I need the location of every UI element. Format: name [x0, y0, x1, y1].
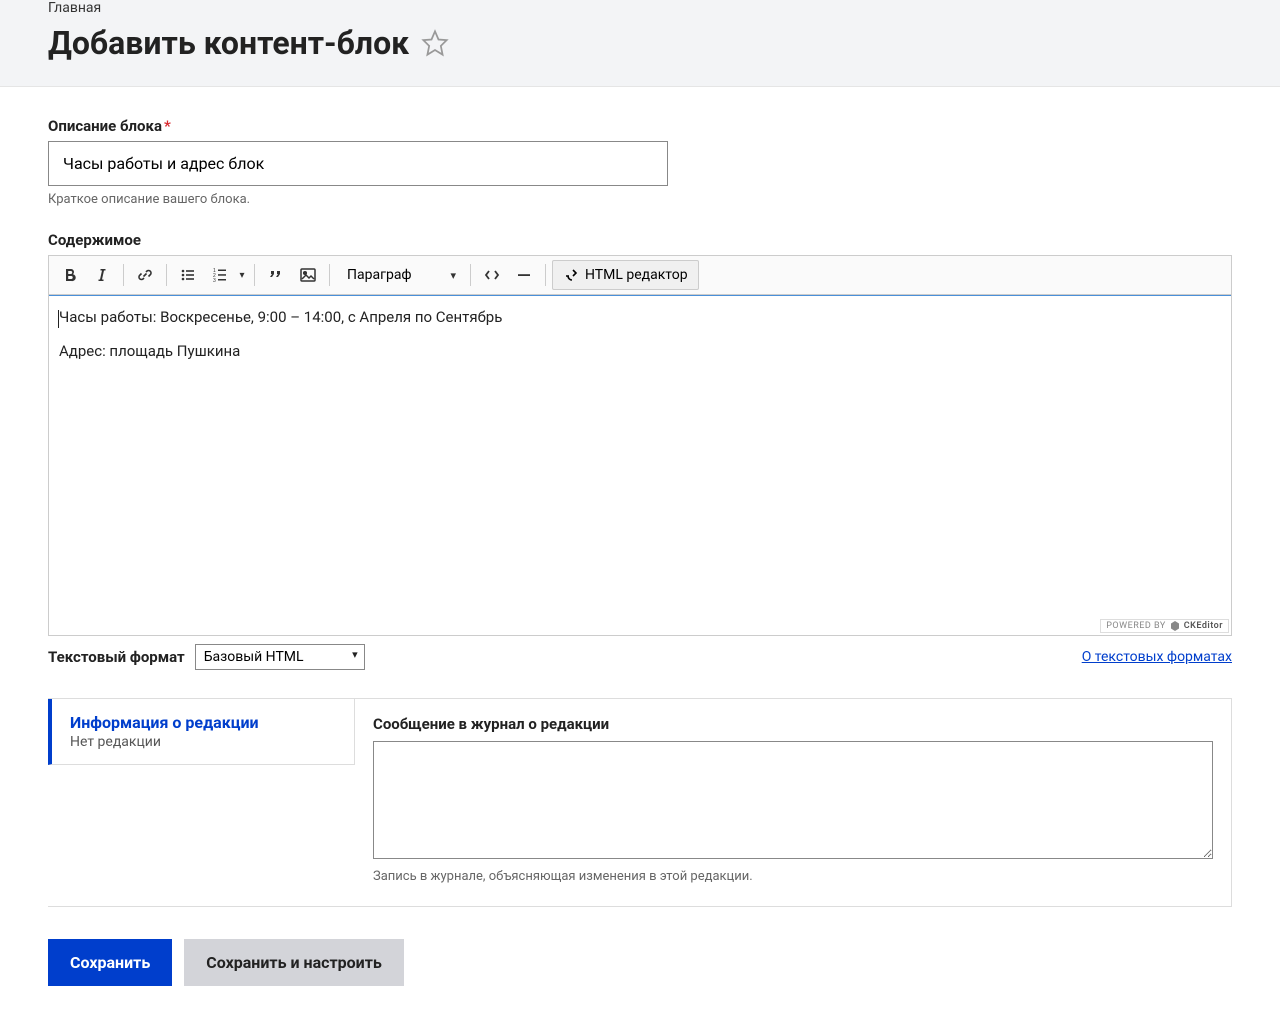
bold-button[interactable]: [55, 260, 85, 290]
revision-helper: Запись в журнале, объясняющая изменения …: [373, 869, 1213, 884]
code-icon: [484, 267, 500, 283]
star-icon[interactable]: [421, 29, 449, 57]
toolbar-separator: [329, 264, 330, 286]
text-format-label: Текстовый формат: [48, 648, 185, 666]
quote-icon: [268, 267, 284, 283]
revision-tab-subtitle: Нет редакции: [70, 734, 336, 750]
required-marker: *: [164, 117, 171, 135]
link-button[interactable]: [130, 260, 160, 290]
image-button[interactable]: [293, 260, 323, 290]
toolbar-separator: [123, 264, 124, 286]
numbered-list-button[interactable]: 123: [205, 260, 235, 290]
code-button[interactable]: [477, 260, 507, 290]
editor-body[interactable]: Часы работы: Воскресенье, 9:00 – 14:00, …: [49, 295, 1231, 635]
text-format-select[interactable]: Базовый HTML: [195, 644, 365, 670]
toolbar-separator: [545, 264, 546, 286]
italic-button[interactable]: [87, 260, 117, 290]
description-input[interactable]: [48, 141, 668, 186]
revision-tab-title: Информация о редакции: [70, 713, 336, 732]
editor-line: Адрес: площадь Пушкина: [59, 342, 1221, 360]
revision-panel: Информация о редакции Нет редакции Сообщ…: [48, 698, 1232, 907]
source-icon: [563, 267, 579, 283]
image-icon: [299, 266, 317, 284]
breadcrumb[interactable]: Главная: [48, 0, 1232, 16]
description-helper: Краткое описание вашего блока.: [48, 192, 1232, 207]
toolbar-separator: [254, 264, 255, 286]
toolbar-separator: [470, 264, 471, 286]
bold-icon: [62, 267, 78, 283]
horizontal-rule-button[interactable]: [509, 260, 539, 290]
about-text-formats-link[interactable]: О текстовых форматах: [1082, 649, 1232, 665]
link-icon: [137, 267, 153, 283]
revision-info-tab[interactable]: Информация о редакции Нет редакции: [48, 699, 355, 765]
editor: 123 ▾ Параграф: [48, 255, 1232, 636]
paragraph-select[interactable]: Параграф: [336, 260, 464, 290]
page-title: Добавить контент-блок: [48, 24, 409, 62]
content-label: Содержимое: [48, 231, 141, 249]
minus-icon: [516, 267, 532, 283]
revision-message-label: Сообщение в журнал о редакции: [373, 715, 609, 733]
editor-toolbar: 123 ▾ Параграф: [49, 256, 1231, 295]
numbered-list-icon: 123: [212, 267, 228, 283]
chevron-down-icon[interactable]: ▾: [236, 270, 248, 281]
powered-by-badge[interactable]: POWERED BY CKEditor: [1100, 619, 1229, 633]
bullet-list-button[interactable]: [173, 260, 203, 290]
toolbar-separator: [166, 264, 167, 286]
save-button[interactable]: Сохранить: [48, 939, 172, 986]
description-label: Описание блока*: [48, 117, 171, 135]
revision-message-input[interactable]: [373, 741, 1213, 859]
italic-icon: [94, 267, 110, 283]
bullet-list-icon: [180, 267, 196, 283]
text-cursor: [58, 310, 59, 328]
svg-text:3: 3: [213, 278, 216, 283]
ckeditor-icon: [1170, 621, 1180, 631]
blockquote-button[interactable]: [261, 260, 291, 290]
html-editor-button[interactable]: HTML редактор: [552, 260, 699, 290]
editor-line: Часы работы: Воскресенье, 9:00 – 14:00, …: [59, 308, 1221, 326]
save-configure-button[interactable]: Сохранить и настроить: [184, 939, 404, 986]
